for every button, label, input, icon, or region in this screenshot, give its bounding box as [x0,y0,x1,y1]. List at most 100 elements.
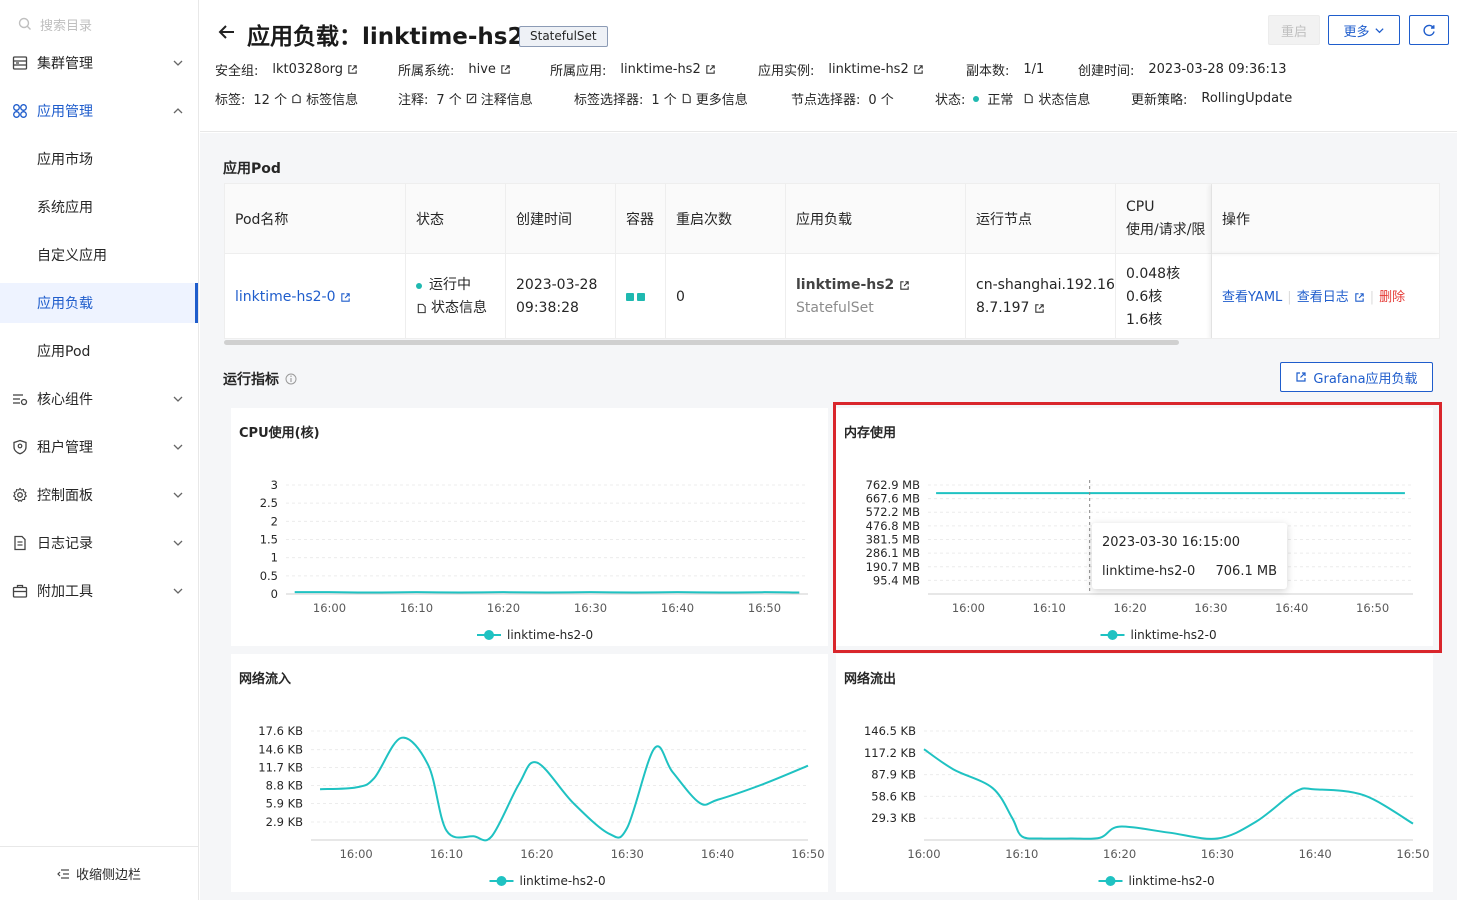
container-status-icon[interactable] [637,293,645,301]
meta-node-selector: 节点选择器: 0 个 [791,89,894,108]
sidebar-item-addon-tools[interactable]: 附加工具 [0,567,198,615]
network-in-chart: 网络流入 2.9 KB 5.9 KB 8.8 KB 11.7 KB 14.6 KB 17.… [231,654,828,892]
back-arrow-icon[interactable] [217,22,237,42]
network-in-chart-canvas: 2.9 KB 5.9 KB 8.8 KB 11.7 KB 14.6 KB 17.6 KB 1… [258,724,824,888]
restart-label: 重启 [1280,24,1307,40]
chevron-down-icon [173,396,183,402]
sidebar-item-label: 控制面板 [37,488,93,504]
view-yaml-link[interactable]: 查看YAML [1222,286,1282,309]
x-tick-label: 16:40 [701,847,734,861]
meta-key: 注释: [398,93,429,108]
meta-extra-link[interactable]: 更多信息 [696,89,748,108]
table-row-status: 运行中 状态信息 [406,254,506,338]
more-button[interactable]: 更多 [1328,15,1400,45]
pod-created-time: 09:38:28 [516,300,579,316]
column-header: 容器 [616,184,666,254]
meta-key: 创建时间: [1078,64,1135,79]
restart-button[interactable]: 重启 [1268,15,1320,45]
chevron-down-icon [1374,27,1384,33]
external-link-icon[interactable] [1354,292,1365,303]
meta-created-time: 创建时间: 2023-03-28 09:36:13 [1078,60,1286,79]
meta-extra-link[interactable]: 标签信息 [306,89,358,108]
collapse-sidebar-button[interactable]: 收缩侧边栏 [0,846,198,900]
meta-value: 1 个 [651,93,677,108]
table-row-actions: 查看YAML | 查看日志 | 删除 [1212,254,1439,338]
external-link-icon [1296,372,1307,382]
sidebar-item-control-panel[interactable]: 控制面板 [0,471,198,519]
x-tick-label: 16:00 [313,601,346,615]
meta-extra-link[interactable]: 注释信息 [481,89,533,108]
y-tick-label: 3 [271,478,278,492]
sidebar-item-label: 应用Pod [37,344,91,360]
search-input[interactable]: 搜索目录 [18,12,188,36]
tooltip-series: linktime-hs2-0 [1102,564,1196,579]
table-horizontal-scrollbar[interactable] [224,340,1179,345]
sidebar-item-app-market[interactable]: 应用市场 [0,135,198,183]
sidebar-item-logs[interactable]: 日志记录 [0,519,198,567]
node-line-1[interactable]: cn-shanghai.192.16 [976,274,1115,297]
grafana-workload-button[interactable]: Grafana应用负载 [1280,362,1433,392]
view-logs-link[interactable]: 查看日志 [1297,286,1349,309]
chevron-down-icon [173,492,183,498]
series-line [923,748,1414,840]
y-tick-label: 0.5 [260,569,278,583]
meta-update-strategy: 更新策略: RollingUpdate [1131,89,1292,108]
meta-annotations: 注释: 7 个 注释信息 [398,89,533,108]
meta-replicas: 副本数: 1/1 [966,60,1044,79]
sidebar-item-pods[interactable]: 应用Pod [0,327,198,375]
sidebar-item-core-components[interactable]: 核心组件 [0,375,198,423]
meta-key: 节点选择器: [791,93,861,108]
external-link-icon[interactable] [913,64,924,75]
info-icon[interactable] [285,373,297,385]
node-line-2[interactable]: 8.7.197 [976,297,1029,320]
external-link-icon[interactable] [347,64,358,75]
sidebar-item-system-apps[interactable]: 系统应用 [0,183,198,231]
meta-value[interactable]: hive [468,62,496,77]
meta-value[interactable]: linktime-hs2 [828,62,908,77]
series-line [319,736,809,842]
external-link-icon[interactable] [1034,303,1045,314]
pod-name-link[interactable]: linktime-hs2-0 [235,286,335,309]
sidebar-item-app-management[interactable]: 应用管理 [0,87,198,135]
x-tick-label: 16:40 [661,601,694,615]
table-row-restarts: 0 [666,254,786,338]
y-tick-label: 17.6 KB [258,724,303,738]
shield-icon [13,439,27,455]
pods-section-title: 应用Pod [223,161,281,177]
meta-key: 安全组: [215,64,259,79]
chevron-down-icon [173,540,183,546]
external-link-icon[interactable] [899,280,910,291]
meta-value: 12 个 [253,93,288,108]
meta-system: 所属系统: hive [398,60,511,79]
meta-value[interactable]: linktime-hs2 [620,62,700,77]
collapse-sidebar-label: 收缩侧边栏 [75,868,141,883]
meta-extra-link[interactable]: 状态信息 [1038,89,1090,108]
y-tick-label: 5.9 KB [266,796,303,810]
meta-value: 1/1 [1023,62,1045,77]
sidebar-item-workloads[interactable]: 应用负载 [0,283,198,323]
container-status-icon[interactable] [626,293,634,301]
meta-value[interactable]: lkt0328org [272,62,343,77]
pod-status-info-link[interactable]: 状态信息 [431,297,487,320]
status-dot-icon [973,95,980,102]
external-link-icon[interactable] [500,64,511,75]
x-tick-label: 16:20 [1103,847,1136,861]
refresh-icon [1423,24,1435,37]
meta-value: 正常 [987,93,1014,108]
table-row-created: 2023-03-28 09:38:28 [506,254,616,338]
x-tick-label: 16:30 [574,601,607,615]
sidebar-item-cluster[interactable]: 集群管理 [0,39,198,87]
workload-name-link[interactable]: linktime-hs2 [796,274,894,297]
meta-label-selector: 标签选择器: 1 个 更多信息 [574,89,748,108]
sidebar-item-tenants[interactable]: 租户管理 [0,423,198,471]
components-icon [13,394,28,406]
delete-pod-link[interactable]: 删除 [1379,286,1405,309]
refresh-button[interactable] [1409,15,1449,45]
y-tick-label: 11.7 KB [258,761,303,775]
y-tick-label: 29.3 KB [871,811,916,825]
external-link-icon[interactable] [705,64,716,75]
toolbox-icon [12,584,28,598]
x-tick-label: 16:40 [1299,847,1332,861]
external-link-icon[interactable] [340,292,351,303]
sidebar-item-custom-apps[interactable]: 自定义应用 [0,231,198,279]
